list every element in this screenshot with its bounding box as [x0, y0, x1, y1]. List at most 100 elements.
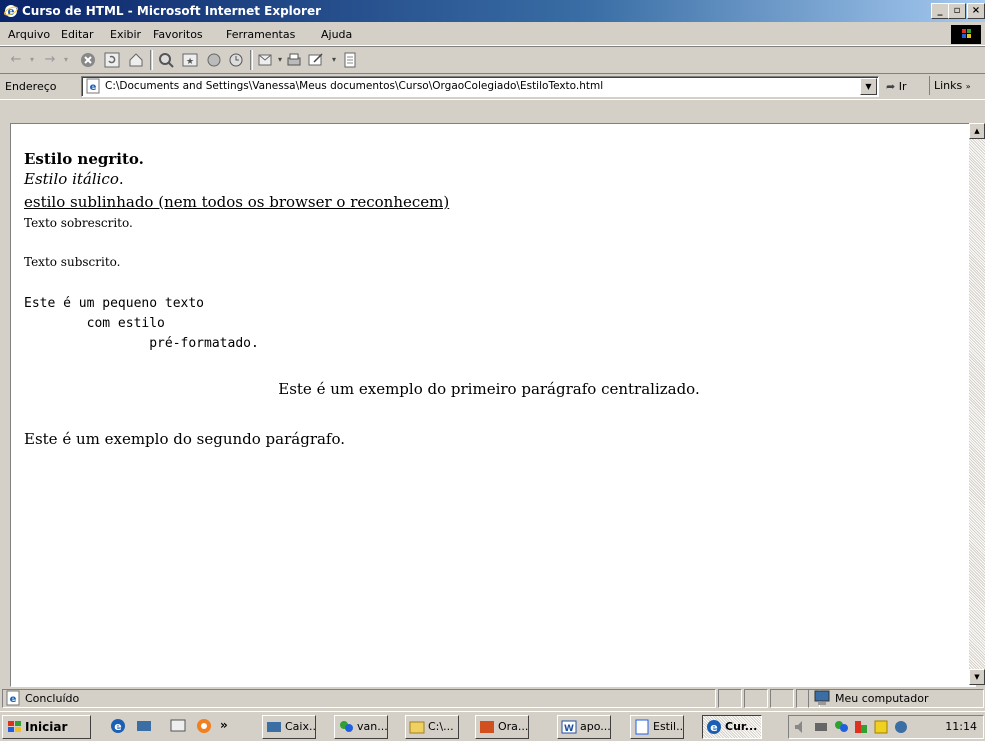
pre-line-1: Este é um pequeno texto	[24, 296, 205, 311]
status-bar: e Concluído Meu computador	[0, 687, 985, 709]
word-icon: W	[561, 720, 577, 734]
outlook-quicklaunch-icon[interactable]	[136, 718, 152, 734]
links-label: Links	[934, 79, 963, 92]
taskbar-button-apo[interactable]: Wapo...	[557, 715, 611, 739]
quicklaunch-chevron[interactable]: »	[220, 718, 228, 732]
discuss-icon[interactable]	[342, 52, 358, 68]
italic-line: Estilo itálico.	[24, 170, 124, 188]
media-icon[interactable]	[206, 52, 222, 68]
preformatted-block: Este é um pequeno texto com estilo pré-f…	[24, 294, 259, 354]
status-panel-empty	[744, 689, 768, 708]
home-icon[interactable]	[128, 52, 144, 68]
window-title: Curso de HTML - Microsoft Internet Explo…	[22, 4, 321, 18]
second-paragraph: Este é um exemplo do segundo parágrafo.	[24, 430, 346, 448]
address-label: Endereço	[5, 80, 57, 93]
italic-period: .	[118, 170, 124, 188]
menu-favoritos[interactable]: Favoritos	[153, 28, 203, 41]
status-text: Concluído	[25, 692, 80, 705]
standard-toolbar: ← ▾ → ▾ ★ ▾ ▾	[0, 46, 985, 74]
svg-text:★: ★	[186, 57, 194, 67]
search-icon[interactable]	[158, 52, 174, 68]
taskbar-button-vanessa[interactable]: van...	[334, 715, 388, 739]
go-button[interactable]: ➦ Ir	[886, 80, 907, 93]
close-button[interactable]: ×	[967, 3, 985, 19]
title-bar[interactable]: e Curso de HTML - Microsoft Internet Exp…	[0, 0, 985, 22]
network-icon[interactable]	[813, 719, 829, 735]
antivirus-icon[interactable]	[873, 719, 889, 735]
zone-text: Meu computador	[835, 692, 929, 705]
bold-text: Estilo negrito.	[24, 150, 144, 168]
taskbar-button-estilo[interactable]: Estil...	[630, 715, 684, 739]
svg-text:e: e	[90, 82, 97, 93]
menu-editar[interactable]: Editar	[61, 28, 94, 41]
address-input[interactable]: e C:\Documents and Settings\Vanessa\Meus…	[81, 76, 879, 97]
stop-icon[interactable]	[80, 52, 96, 68]
links-button[interactable]: Links »	[929, 76, 971, 95]
menu-ajuda[interactable]: Ajuda	[321, 28, 352, 41]
italic-text: Estilo itálico	[24, 170, 119, 188]
ie-quicklaunch-icon[interactable]: e	[110, 718, 126, 734]
svg-text:e: e	[114, 720, 121, 733]
taskbar-label: Caix...	[285, 720, 316, 733]
system-tray: 11:14	[788, 715, 984, 739]
taskbar-button-caixa[interactable]: Caix...	[262, 715, 316, 739]
computer-icon	[814, 690, 830, 705]
notepad-icon	[635, 719, 649, 735]
taskbar-label: Ora...	[498, 720, 529, 733]
windows-flag-icon	[8, 721, 21, 732]
start-button[interactable]: Iniciar	[2, 715, 91, 739]
print-icon[interactable]	[286, 52, 302, 68]
maximize-button[interactable]: ▫	[948, 3, 966, 19]
scroll-up-icon[interactable]: ▲	[969, 123, 985, 139]
taskbar: Iniciar e » Caix... van... C:\... Ora...…	[0, 711, 985, 741]
messenger-icon	[340, 721, 353, 732]
refresh-icon[interactable]	[104, 52, 120, 68]
pre-line-3: pré-formatado.	[24, 336, 259, 351]
taskbar-button-ora[interactable]: Ora...	[475, 715, 529, 739]
toolbar-separator	[150, 50, 153, 70]
taskbar-label: C:\...	[428, 720, 454, 733]
taskbar-label: van...	[357, 720, 388, 733]
ie-icon: e	[707, 720, 721, 734]
page-icon: e	[86, 78, 100, 94]
windows-logo-icon	[951, 25, 981, 44]
scroll-down-icon[interactable]: ▼	[969, 669, 985, 685]
minimize-button[interactable]: _	[931, 3, 949, 19]
media-quicklaunch-icon[interactable]	[196, 718, 212, 734]
edit-dropdown-icon[interactable]: ▾	[326, 52, 342, 68]
history-icon[interactable]	[228, 52, 244, 68]
subscript-text: Texto subscrito.	[24, 255, 121, 269]
clock: 11:14	[945, 720, 977, 733]
update-icon[interactable]	[893, 719, 909, 735]
address-value: C:\Documents and Settings\Vanessa\Meus d…	[105, 80, 604, 92]
centered-paragraph: Este é um exemplo do primeiro parágrafo …	[278, 380, 700, 398]
forward-dropdown-icon[interactable]: ▾	[58, 52, 74, 68]
edit-icon[interactable]	[308, 52, 324, 68]
svg-text:e: e	[10, 694, 17, 705]
go-label: Ir	[898, 80, 907, 93]
back-dropdown-icon[interactable]: ▾	[24, 52, 40, 68]
superscript-text: Texto sobrescrito.	[24, 216, 133, 230]
taskbar-button-curso[interactable]: e Cur...	[702, 715, 762, 739]
outlook-icon	[267, 722, 281, 732]
office-tray-icon[interactable]	[853, 719, 869, 735]
taskbar-button-explorer[interactable]: C:\...	[405, 715, 459, 739]
menu-arquivo[interactable]: Arquivo	[8, 28, 50, 41]
volume-icon[interactable]	[793, 719, 809, 735]
messenger-tray-icon[interactable]	[833, 719, 849, 735]
menu-exibir[interactable]: Exibir	[110, 28, 141, 41]
pre-line-2: com estilo	[24, 316, 165, 331]
favorites-icon[interactable]: ★	[182, 52, 198, 68]
svg-text:W: W	[564, 724, 574, 734]
forward-icon[interactable]: →	[42, 52, 58, 68]
menu-bar: Arquivo Editar Exibir Favoritos Ferramen…	[0, 23, 985, 46]
taskbar-label: Estil...	[653, 720, 684, 733]
menu-ferramentas[interactable]: Ferramentas	[226, 28, 295, 41]
back-icon[interactable]: ←	[8, 52, 24, 68]
status-panel-empty	[718, 689, 742, 708]
taskbar-label: Cur...	[725, 720, 758, 733]
vertical-scrollbar[interactable]: ▲ ▼	[969, 123, 985, 685]
address-dropdown-button[interactable]: ▼	[860, 78, 877, 95]
toolbar-separator	[250, 50, 253, 70]
desktop-quicklaunch-icon[interactable]	[170, 718, 186, 734]
